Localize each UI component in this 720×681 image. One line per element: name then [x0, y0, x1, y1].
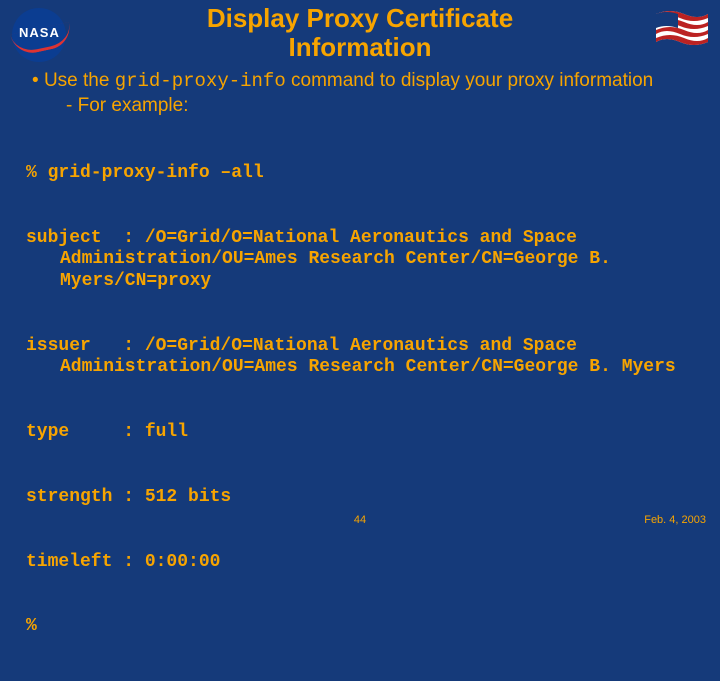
bullet-command: grid-proxy-info — [115, 70, 286, 92]
footer-date: Feb. 4, 2003 — [644, 514, 706, 526]
bullet-sub: - For example: — [20, 94, 700, 118]
code-line: % grid-proxy-info –all — [26, 163, 694, 185]
bullet-text-pre: Use the — [44, 70, 115, 91]
title-line-2: Information — [289, 32, 432, 62]
code-line: type : full — [26, 422, 694, 444]
code-line: strength : 512 bits — [26, 487, 694, 509]
code-line: timeleft : 0:00:00 — [26, 552, 694, 574]
nasa-logo: NASA — [8, 8, 72, 62]
footer: 44 Feb. 4, 2003 — [0, 514, 720, 532]
title-line-1: Display Proxy Certificate — [207, 3, 513, 33]
code-line: issuer : /O=Grid/O=National Aeronautics … — [26, 336, 694, 379]
page-number: 44 — [354, 514, 366, 526]
code-line: % — [26, 616, 694, 638]
bullet-main: • Use the grid-proxy-info command to dis… — [20, 69, 700, 94]
slide-title: Display Proxy CertificateInformation — [0, 0, 720, 61]
us-flag-icon — [654, 6, 710, 48]
slide-body: • Use the grid-proxy-info command to dis… — [0, 61, 720, 681]
bullet-text-post: command to display your proxy informatio… — [286, 70, 654, 91]
code-block: % grid-proxy-info –all subject : /O=Grid… — [20, 118, 700, 681]
code-line: subject : /O=Grid/O=National Aeronautics… — [26, 228, 694, 293]
